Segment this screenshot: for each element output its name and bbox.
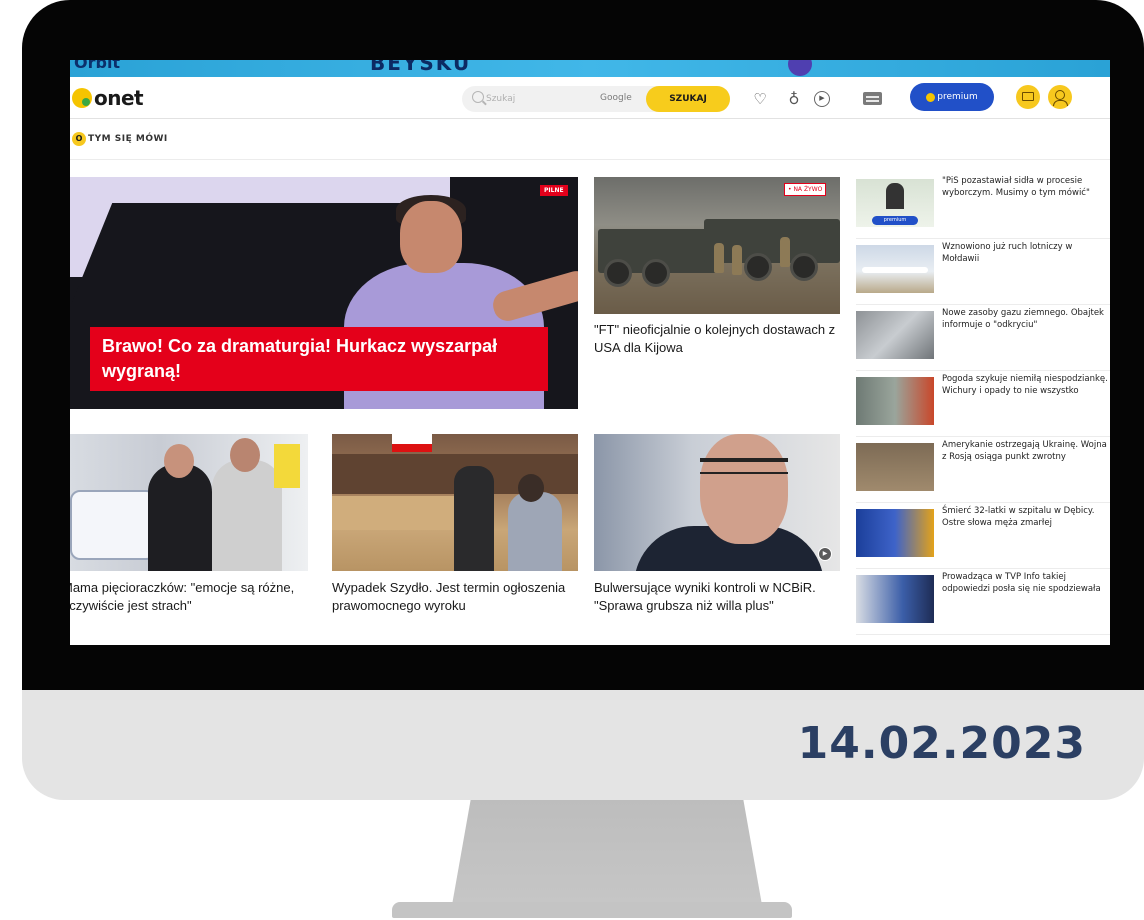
hero-title-box: Brawo! Co za dramaturgia! Hurkacz wyszar…: [90, 327, 548, 391]
wheel-shape: [744, 253, 772, 281]
soldier-shape: [780, 237, 790, 267]
site-header: onet Google SZUKAJ ♡ ♁ ▶ premium: [70, 77, 1110, 119]
sidebar-news-title[interactable]: Wznowiono już ruch lotniczy w Mołdawii: [942, 242, 1108, 265]
premium-label: premium: [937, 92, 978, 102]
search-box: Google SZUKAJ: [462, 86, 730, 112]
newspaper-icon[interactable]: [863, 92, 882, 105]
sidebar-news-list: premium "PiS pozastawiał sidła w procesi…: [856, 173, 1110, 635]
politician-portrait-image: ▶: [594, 434, 840, 571]
quintuplets-family-image: [70, 434, 308, 571]
flag-shape: [392, 434, 432, 452]
video-play-icon[interactable]: ▶: [818, 547, 832, 561]
sidebar-news-item[interactable]: Amerykanie ostrzegają Ukrainę. Wojna z R…: [856, 437, 1110, 503]
center-top-article[interactable]: • NA ŻYWO "FT" nieoficjalnie o kolejnych…: [594, 177, 840, 367]
face-shape: [700, 434, 788, 544]
news-thumbnail: [856, 377, 934, 425]
sidebar-news-title[interactable]: Śmierć 32-latki w szpitalu w Dębicy. Ost…: [942, 506, 1108, 529]
trending-label[interactable]: TYM SIĘ MÓWI: [88, 134, 168, 144]
search-icon: [472, 91, 484, 103]
sidebar-news-item[interactable]: premium "PiS pozastawiał sidła w procesi…: [856, 173, 1110, 239]
live-tag: • NA ŻYWO: [784, 183, 827, 196]
news-thumbnail: [856, 245, 934, 293]
mail-icon: [1022, 92, 1034, 101]
premium-mini-badge: premium: [872, 216, 918, 225]
monitor-stand-neck: [452, 800, 762, 905]
hero-title[interactable]: Brawo! Co za dramaturgia! Hurkacz wyszar…: [102, 334, 536, 384]
lawyer-figure: [508, 492, 562, 571]
news-thumbnail: [856, 509, 934, 557]
trending-badge: O: [72, 132, 86, 146]
father-head: [230, 438, 260, 472]
judge-figure: [454, 466, 494, 571]
top-ad-banner[interactable]: Orbit BEYSKU: [70, 60, 1110, 77]
article-card-title[interactable]: Bulwersujące wyniki kontroli w NCBiR. "S…: [594, 579, 840, 615]
sidebar-news-item[interactable]: Prowadząca w TVP Info takiej odpowiedzi …: [856, 569, 1110, 635]
lawyer-head: [518, 474, 544, 502]
article-card[interactable]: Mama pięcioraczków: "emocje są różne, oc…: [70, 434, 308, 615]
podcast-icon[interactable]: ♁: [784, 89, 804, 109]
sidebar-news-item[interactable]: Pogoda szykuje niemiłą niespodziankę. Wi…: [856, 371, 1110, 437]
trending-bar: O TYM SIĘ MÓWI: [70, 120, 1110, 160]
ad-headline-text: BEYSKU: [370, 60, 472, 75]
logo-text: onet: [94, 86, 144, 110]
incubator-shape: [70, 490, 156, 560]
onet-logo-icon: [72, 88, 92, 108]
premium-dot-icon: [926, 92, 936, 102]
article-card[interactable]: Wypadek Szydło. Jest termin ogłoszenia p…: [332, 434, 578, 615]
article-card-title[interactable]: Mama pięcioraczków: "emocje są różne, oc…: [70, 579, 308, 615]
courtroom-image: [332, 434, 578, 571]
google-label: Google: [600, 93, 632, 103]
hero-article[interactable]: PILNE Brawo! Co za dramaturgia! Hurkacz …: [70, 177, 578, 409]
user-button[interactable]: [1048, 85, 1072, 109]
sidebar-news-title[interactable]: Nowe zasoby gazu ziemnego. Obajtek infor…: [942, 308, 1108, 331]
center-top-title[interactable]: "FT" nieoficjalnie o kolejnych dostawach…: [594, 321, 840, 357]
article-card-title[interactable]: Wypadek Szydło. Jest termin ogłoszenia p…: [332, 579, 578, 615]
sidebar-news-item[interactable]: Śmierć 32-latki w szpitalu w Dębicy. Ost…: [856, 503, 1110, 569]
hero-player-head: [400, 201, 462, 273]
ad-brand-text: Orbit: [74, 60, 121, 72]
onet-logo[interactable]: onet: [72, 86, 144, 110]
ad-logo-icon: [788, 60, 812, 76]
article-card[interactable]: ▶ Bulwersujące wyniki kontroli w NCBiR. …: [594, 434, 840, 615]
date-caption: 14.02.2023: [797, 718, 1086, 769]
sidebar-news-title[interactable]: Pogoda szykuje niemiłą niespodziankę. Wi…: [942, 374, 1108, 397]
heart-icon[interactable]: ♡: [750, 89, 770, 109]
mother-head: [164, 444, 194, 478]
hero-tag: PILNE: [540, 185, 568, 196]
sidebar-news-item[interactable]: Wznowiono już ruch lotniczy w Mołdawii: [856, 239, 1110, 305]
mail-button[interactable]: [1016, 85, 1040, 109]
news-thumbnail: [856, 443, 934, 491]
play-circle-icon[interactable]: ▶: [814, 91, 830, 107]
news-thumbnail: [856, 311, 934, 359]
sidebar-news-title[interactable]: Amerykanie ostrzegają Ukrainę. Wojna z R…: [942, 440, 1108, 463]
user-icon: [1053, 90, 1068, 106]
news-thumbnail: [856, 575, 934, 623]
airplane-shape: [862, 267, 928, 273]
soldier-shape: [714, 243, 724, 273]
search-input[interactable]: [486, 90, 576, 108]
monitor-stand-base: [392, 902, 792, 918]
wheel-shape: [642, 259, 670, 287]
military-vehicles-image: • NA ŻYWO: [594, 177, 840, 314]
glasses-shape: [700, 458, 788, 474]
premium-button[interactable]: premium: [910, 83, 994, 111]
truck-shape: [704, 219, 840, 263]
browser-screen: Orbit BEYSKU onet Google SZUKAJ ♡ ♁ ▶ pr…: [70, 60, 1110, 645]
mother-figure: [148, 464, 212, 571]
sidebar-news-item[interactable]: Nowe zasoby gazu ziemnego. Obajtek infor…: [856, 305, 1110, 371]
sidebar-news-title[interactable]: Prowadząca w TVP Info takiej odpowiedzi …: [942, 572, 1108, 595]
thumbnail-figure: [886, 183, 904, 209]
wheel-shape: [790, 253, 818, 281]
sidebar-news-title[interactable]: "PiS pozastawiał sidła w procesie wyborc…: [942, 176, 1108, 199]
wheel-shape: [604, 259, 632, 287]
search-button[interactable]: SZUKAJ: [646, 86, 730, 112]
soldier-shape: [732, 245, 742, 275]
poster-shape: [274, 444, 300, 488]
father-figure: [212, 460, 282, 571]
news-thumbnail: premium: [856, 179, 934, 227]
